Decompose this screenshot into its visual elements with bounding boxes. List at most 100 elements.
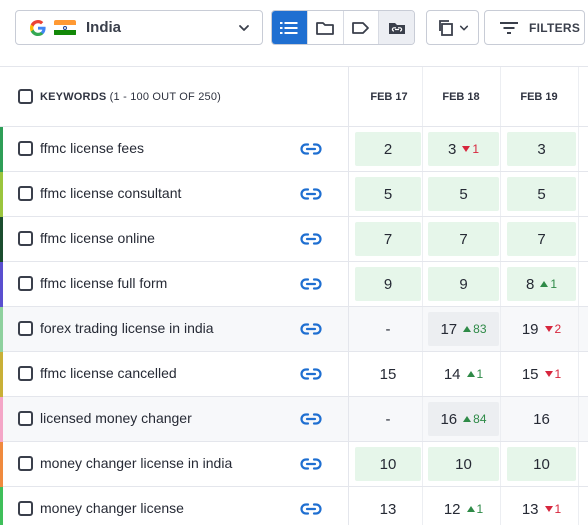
rank-cell[interactable]: 9 — [355, 267, 421, 301]
row-color-tag — [0, 397, 3, 442]
list-view-button[interactable] — [272, 11, 308, 44]
row-checkbox[interactable] — [18, 456, 33, 471]
link-icon[interactable] — [300, 500, 324, 518]
row-checkbox[interactable] — [18, 366, 33, 381]
arrow-down-icon — [462, 146, 471, 152]
column-divider — [500, 217, 501, 261]
row-checkbox[interactable] — [18, 321, 33, 336]
link-icon[interactable] — [300, 365, 324, 383]
rank-cell[interactable]: 15 — [355, 357, 421, 391]
rank-value: 14 — [443, 365, 461, 383]
rank-cell[interactable]: 10 — [428, 447, 499, 481]
rank-cell[interactable]: 7 — [428, 222, 499, 256]
row-color-tag — [0, 262, 3, 307]
rank-cell[interactable]: 5 — [355, 177, 421, 211]
rank-cell[interactable]: 12 1 — [428, 492, 499, 525]
rank-cell[interactable]: - — [355, 312, 421, 346]
rank-cell[interactable]: 13 — [355, 492, 421, 525]
rank-value: 10 — [455, 455, 472, 473]
table-row[interactable]: ffmc license fees 2 3 1 3 — [0, 127, 588, 172]
link-icon[interactable] — [300, 455, 324, 473]
row-checkbox[interactable] — [18, 411, 33, 426]
table-row[interactable]: ffmc license full form 9 9 8 1 — [0, 262, 588, 307]
tag-view-button[interactable] — [343, 11, 380, 44]
row-checkbox[interactable] — [18, 231, 33, 246]
rank-value: 15 — [521, 365, 539, 383]
filters-button[interactable]: FILTERS — [484, 10, 585, 45]
rank-value: 13 — [521, 500, 539, 518]
link-icon[interactable] — [300, 320, 324, 338]
keyword-text[interactable]: money changer license in india — [40, 455, 232, 471]
copy-menu-button[interactable] — [426, 10, 479, 45]
list-view-icon — [280, 21, 298, 34]
row-checkbox[interactable] — [18, 276, 33, 291]
keyword-text[interactable]: ffmc license online — [40, 230, 155, 246]
rank-cell[interactable]: 19 2 — [507, 312, 576, 346]
rank-cell[interactable]: 10 — [507, 447, 576, 481]
rank-cell[interactable]: 16 84 — [428, 402, 499, 436]
keywords-column-header[interactable]: KEYWORDS (1 - 100 OUT OF 250) — [40, 91, 221, 103]
rank-change-value: 84 — [473, 412, 487, 426]
table-row[interactable]: ffmc license cancelled 15 14 1 15 1 — [0, 352, 588, 397]
date-header-feb17[interactable]: FEB 17 — [353, 91, 425, 103]
rank-value: 7 — [459, 230, 468, 248]
table-row[interactable]: ffmc license consultant 5 5 5 — [0, 172, 588, 217]
rank-value: - — [385, 320, 391, 338]
rank-cell[interactable]: - — [355, 402, 421, 436]
keyword-text[interactable]: licensed money changer — [40, 410, 192, 426]
rank-up-change: 83 — [463, 322, 487, 336]
rank-cell[interactable]: 13 1 — [507, 492, 576, 525]
country-select[interactable]: India — [15, 10, 263, 45]
row-checkbox[interactable] — [18, 186, 33, 201]
select-all-checkbox[interactable] — [18, 89, 33, 104]
keyword-text[interactable]: ffmc license fees — [40, 140, 144, 156]
rank-cell[interactable]: 81 — [507, 267, 576, 301]
keyword-text[interactable]: ffmc license cancelled — [40, 365, 177, 381]
link-icon[interactable] — [300, 275, 324, 293]
rank-cell[interactable]: 16 — [507, 402, 576, 436]
column-divider — [578, 262, 579, 306]
tag-folder-icon — [388, 22, 405, 34]
rank-cell[interactable]: 31 — [428, 132, 499, 166]
link-icon[interactable] — [300, 185, 324, 203]
column-divider — [348, 352, 349, 396]
rank-cell[interactable]: 14 1 — [428, 357, 499, 391]
keyword-text[interactable]: ffmc license full form — [40, 275, 167, 291]
row-checkbox[interactable] — [18, 501, 33, 516]
link-icon[interactable] — [300, 230, 324, 248]
rank-change-value: 1 — [476, 502, 484, 516]
rank-cell[interactable]: 7 — [355, 222, 421, 256]
table-row[interactable]: money changer license 13 12 1 13 1 — [0, 487, 588, 525]
rank-cell[interactable]: 3 — [507, 132, 576, 166]
rank-value: 12 — [443, 500, 461, 518]
table-row[interactable]: money changer license in india 10 10 10 — [0, 442, 588, 487]
link-icon[interactable] — [300, 140, 324, 158]
date-header-feb19[interactable]: FEB 19 — [503, 91, 575, 103]
keyword-text[interactable]: forex trading license in india — [40, 320, 214, 336]
table-row[interactable]: forex trading license in india - 17 83 19 2 — [0, 307, 588, 352]
rank-value: 8 — [525, 275, 535, 293]
link-icon[interactable] — [300, 410, 324, 428]
column-divider — [578, 217, 579, 261]
rank-cell[interactable]: 9 — [428, 267, 499, 301]
rank-cell[interactable]: 17 83 — [428, 312, 499, 346]
rank-cell[interactable]: 5 — [507, 177, 576, 211]
tag-folder-view-button[interactable] — [379, 11, 414, 44]
rank-cell[interactable]: 15 1 — [507, 357, 576, 391]
rank-cell[interactable]: 10 — [355, 447, 421, 481]
column-divider — [348, 217, 349, 261]
rank-change-value: 1 — [472, 142, 480, 156]
rank-change-value: 2 — [554, 322, 562, 336]
row-color-tag — [0, 127, 3, 172]
table-row[interactable]: ffmc license online 7 7 7 — [0, 217, 588, 262]
row-checkbox[interactable] — [18, 141, 33, 156]
date-header-feb18[interactable]: FEB 18 — [425, 91, 497, 103]
folder-view-button[interactable] — [307, 11, 344, 44]
keyword-text[interactable]: ffmc license consultant — [40, 185, 181, 201]
keyword-text[interactable]: money changer license — [40, 500, 184, 516]
rank-cell[interactable]: 7 — [507, 222, 576, 256]
rank-change-value: 1 — [554, 502, 562, 516]
rank-cell[interactable]: 5 — [428, 177, 499, 211]
rank-cell[interactable]: 2 — [355, 132, 421, 166]
table-row[interactable]: licensed money changer -16 84 16 — [0, 397, 588, 442]
